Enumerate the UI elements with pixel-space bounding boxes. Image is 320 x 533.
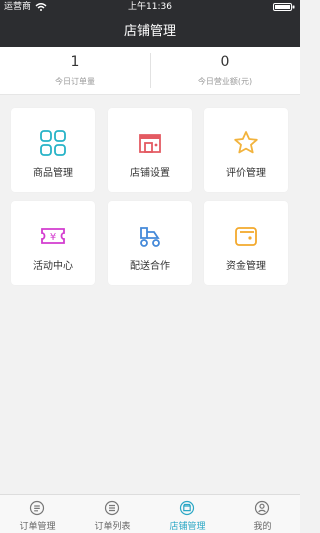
page-title: 店铺管理 <box>123 24 176 39</box>
tab-label: 我的 <box>253 522 272 532</box>
tab-store-management[interactable]: 店铺管理 <box>150 495 225 533</box>
menu-card-label: 评价管理 <box>226 168 266 179</box>
tab-order-management[interactable]: 订单管理 <box>0 495 75 533</box>
menu-card-store-settings[interactable]: 店铺设置 <box>108 108 192 192</box>
tab-bar: 订单管理 订单列表 店铺管理 我的 <box>0 494 300 533</box>
menu-card-product-management[interactable]: 商品管理 <box>11 108 95 192</box>
grid-icon <box>40 130 66 156</box>
store-icon <box>139 134 161 153</box>
revenue-today-label: 今日营业额(元) <box>197 77 253 86</box>
list-icon <box>104 500 120 516</box>
tab-label: 订单列表 <box>94 522 131 532</box>
app-header: 运营商 上午11:36 店铺管理 <box>0 0 300 47</box>
revenue-today-value: 0 <box>220 54 230 70</box>
tab-label: 店铺管理 <box>169 522 206 532</box>
menu-card-fund-management[interactable]: 资金管理 <box>204 201 288 285</box>
delivery-icon <box>140 227 160 247</box>
star-icon <box>234 131 258 154</box>
shop-icon <box>179 500 195 516</box>
wallet-icon <box>235 227 257 246</box>
tab-order-list[interactable]: 订单列表 <box>75 495 150 533</box>
menu-card-label: 配送合作 <box>130 261 170 272</box>
menu-card-label: 活动中心 <box>33 261 73 272</box>
ticket-icon: ¥ <box>41 228 65 244</box>
profile-icon <box>254 500 270 516</box>
orders-today-value: 1 <box>70 54 80 70</box>
menu-card-review-management[interactable]: 评价管理 <box>204 108 288 192</box>
status-bar: 运营商 上午11:36 <box>0 0 300 14</box>
svg-text:¥: ¥ <box>50 232 56 243</box>
order-icon <box>29 500 45 516</box>
stat-revenue-today: 0 今日营业额(元) <box>150 47 300 94</box>
menu-card-delivery-cooperation[interactable]: 配送合作 <box>108 201 192 285</box>
menu-card-label: 店铺设置 <box>130 168 170 179</box>
stat-orders-today: 1 今日订单量 <box>0 47 150 94</box>
stats-panel: 1 今日订单量 0 今日营业额(元) <box>0 47 300 95</box>
battery-icon <box>273 3 295 11</box>
menu-card-label: 资金管理 <box>226 261 266 272</box>
tab-profile[interactable]: 我的 <box>225 495 300 533</box>
tab-label: 订单管理 <box>19 522 56 532</box>
menu-card-label: 商品管理 <box>33 168 73 179</box>
status-time: 上午11:36 <box>128 2 172 12</box>
menu-card-activity-center[interactable]: ¥ 活动中心 <box>11 201 95 285</box>
orders-today-label: 今日订单量 <box>55 77 95 86</box>
